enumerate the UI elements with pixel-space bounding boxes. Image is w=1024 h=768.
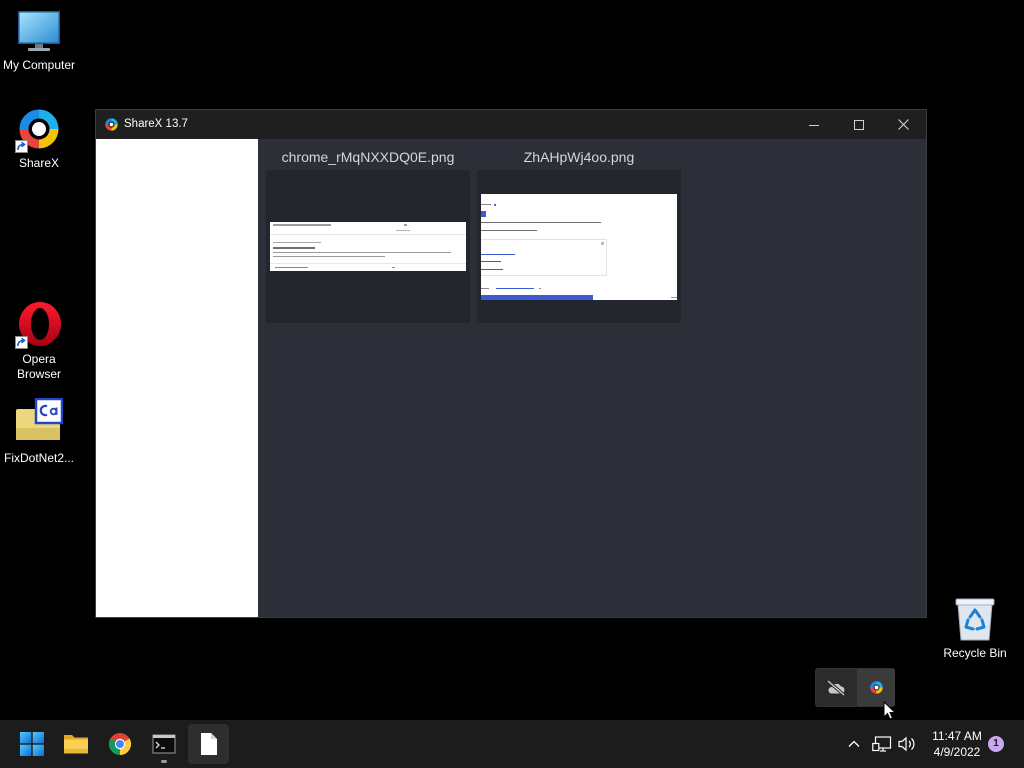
thumbnail-text-line bbox=[275, 267, 308, 268]
desktop-icon-fixdotnet[interactable]: FixDotNet2... bbox=[0, 393, 78, 469]
taskbar-chrome[interactable] bbox=[100, 724, 140, 764]
thumbnail-text-line bbox=[404, 224, 407, 226]
recycle-bin-icon bbox=[955, 598, 995, 641]
start-icon bbox=[20, 732, 44, 756]
thumbnail-text-line bbox=[273, 256, 385, 257]
desktop-icon-my-computer[interactable]: My Computer bbox=[0, 0, 78, 76]
running-indicator bbox=[161, 760, 167, 763]
thumbnail-text-line bbox=[539, 287, 541, 289]
desktop-icon-label: My Computer bbox=[2, 58, 76, 72]
window-content: chrome_rMqNXXDQ0E.png ZhAHpWj4oo.png bbox=[96, 139, 926, 617]
sharex-window: ShareX 13.7 chrome_rMqNXXDQ0E.png ZhAHpW… bbox=[95, 109, 927, 618]
document-icon bbox=[200, 733, 217, 755]
thumbnail-text-line bbox=[494, 203, 496, 206]
thumbnail-text-line bbox=[481, 268, 503, 270]
notification-badge[interactable]: 1 bbox=[988, 736, 1004, 752]
file-name-label: chrome_rMqNXXDQ0E.png bbox=[281, 149, 455, 165]
thumbnail-image bbox=[481, 193, 677, 300]
maximize-button[interactable] bbox=[836, 110, 881, 139]
image-history-gallery: chrome_rMqNXXDQ0E.png ZhAHpWj4oo.png bbox=[258, 139, 926, 617]
opera-icon bbox=[15, 302, 61, 349]
thumbnail-text-line bbox=[481, 203, 491, 205]
close-icon bbox=[898, 119, 909, 130]
thumbnail-text-line bbox=[392, 267, 395, 268]
network-button[interactable] bbox=[870, 732, 894, 756]
volume-button[interactable] bbox=[895, 732, 919, 756]
window-title: ShareX 13.7 bbox=[124, 118, 188, 130]
desktop-icon-sharex[interactable]: ShareX bbox=[0, 98, 78, 174]
file-item[interactable]: ZhAHpWj4oo.png bbox=[477, 148, 681, 323]
my-computer-icon bbox=[18, 11, 60, 51]
thumbnail-tile bbox=[266, 170, 470, 323]
thumbnail-text-line bbox=[273, 224, 331, 226]
thumbnail-text-line bbox=[481, 294, 593, 300]
minimize-icon bbox=[808, 124, 819, 126]
sharex-icon bbox=[105, 118, 118, 131]
clock-time: 11:47 AM bbox=[932, 729, 982, 743]
sharex-icon bbox=[869, 681, 883, 694]
chevron-up-icon bbox=[848, 740, 860, 747]
taskbar-command-prompt[interactable] bbox=[144, 724, 184, 764]
sharex-icon bbox=[15, 109, 59, 153]
sidebar-panel bbox=[96, 139, 258, 617]
thumbnail-text-line bbox=[481, 229, 537, 231]
volume-icon bbox=[898, 736, 915, 752]
desktop-icon-label: FixDotNet2... bbox=[3, 451, 75, 465]
maximize-icon bbox=[853, 119, 864, 130]
show-hidden-icons-button[interactable] bbox=[842, 732, 866, 756]
thumbnail-tile bbox=[477, 170, 681, 323]
desktop-icon-label: Opera Browser bbox=[16, 352, 61, 381]
thumbnail-divider bbox=[270, 263, 466, 264]
thumbnail-image bbox=[270, 222, 466, 271]
shortcut-arrow-icon bbox=[15, 140, 28, 153]
shortcut-arrow-icon bbox=[15, 336, 28, 349]
chrome-icon bbox=[108, 733, 132, 755]
tray-item-onedrive[interactable] bbox=[816, 669, 856, 706]
desktop-icon-label: ShareX bbox=[18, 156, 60, 170]
minimize-button[interactable] bbox=[791, 110, 836, 139]
clock-date: 4/9/2022 bbox=[933, 745, 981, 759]
start-button[interactable] bbox=[12, 724, 52, 764]
thumbnail-text-line bbox=[481, 287, 489, 289]
title-bar[interactable]: ShareX 13.7 bbox=[96, 110, 926, 139]
network-icon bbox=[872, 736, 892, 752]
taskbar: 11:47 AM 4/9/2022 1 bbox=[0, 720, 1024, 768]
thumbnail-text-line bbox=[671, 296, 677, 298]
close-button[interactable] bbox=[881, 110, 926, 139]
thumbnail-text-line bbox=[496, 287, 534, 289]
thumbnail-text-line bbox=[396, 230, 410, 231]
command-prompt-icon bbox=[152, 734, 176, 754]
mouse-cursor-icon bbox=[883, 701, 896, 720]
desktop-icon-recycle-bin[interactable]: Recycle Bin bbox=[936, 590, 1014, 664]
file-item[interactable]: chrome_rMqNXXDQ0E.png bbox=[266, 148, 470, 323]
desktop-icon-label: Recycle Bin bbox=[943, 646, 1007, 660]
thumbnail-text-line bbox=[481, 210, 486, 217]
desktop-icon-opera[interactable]: Opera Browser bbox=[0, 294, 78, 384]
thumbnail-text-line bbox=[273, 252, 451, 253]
thumbnail-text-line bbox=[273, 242, 321, 243]
file-name-label: ZhAHpWj4oo.png bbox=[523, 149, 635, 165]
cloud-off-icon bbox=[826, 679, 846, 696]
thumbnail-text-line bbox=[601, 241, 604, 245]
thumbnail-text-line bbox=[481, 253, 515, 255]
thumbnail-divider bbox=[270, 234, 466, 235]
thumbnail-text-line bbox=[481, 221, 601, 223]
thumbnail-text-line bbox=[273, 247, 315, 249]
taskbar-file-explorer[interactable] bbox=[56, 724, 96, 764]
taskbar-clock[interactable]: 11:47 AM 4/9/2022 bbox=[925, 728, 989, 760]
thumbnail-text-line bbox=[481, 260, 501, 262]
taskbar-document[interactable] bbox=[188, 724, 229, 764]
file-explorer-icon bbox=[64, 735, 88, 754]
cab-file-icon bbox=[16, 398, 63, 440]
